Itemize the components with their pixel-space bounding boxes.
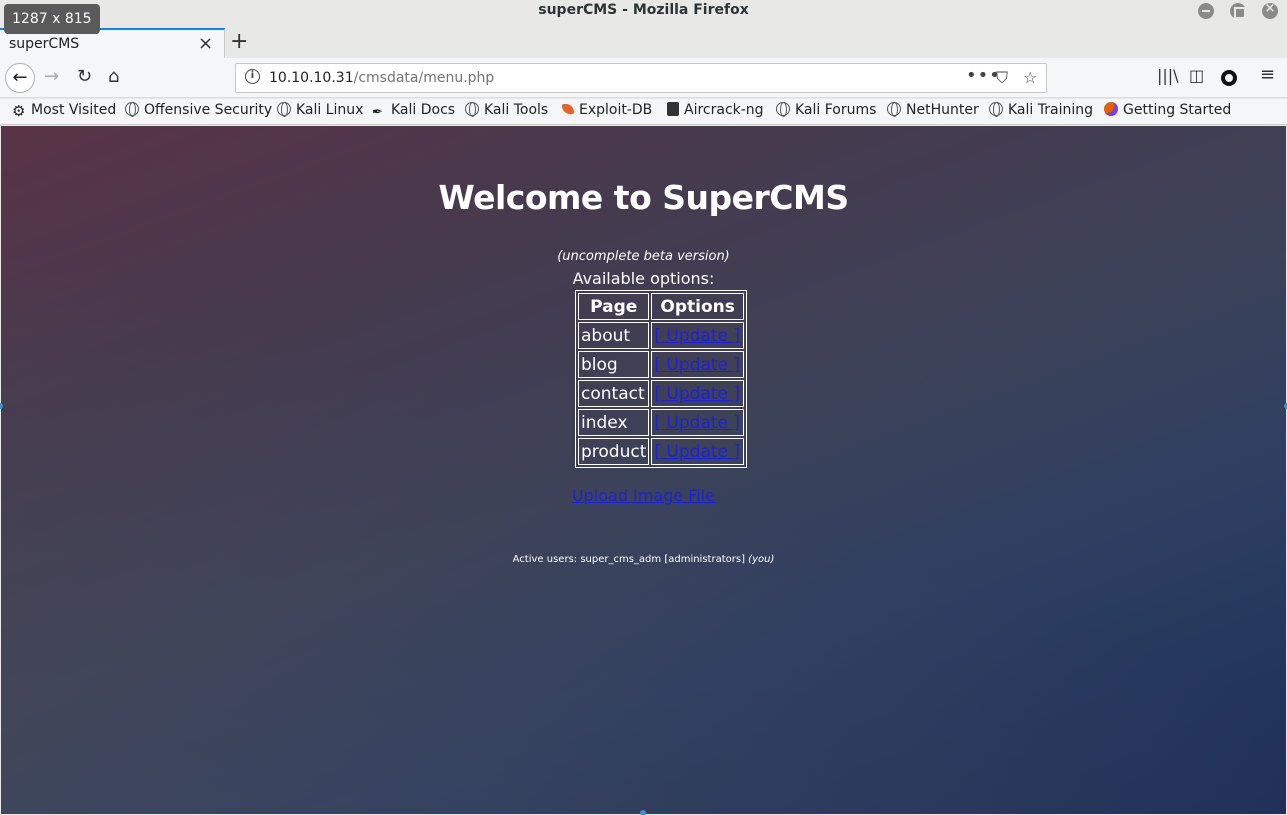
url-host: 10.10.10.31	[269, 70, 354, 86]
upload-image-link[interactable]: Upload Image File	[572, 486, 715, 505]
url-bar[interactable]: i 10.10.10.31/cmsdata/menu.php ••• ⛉ ☆	[235, 63, 1047, 93]
table-row: contact [ Update ]	[578, 380, 744, 407]
globe-icon	[989, 102, 1003, 117]
bookmark-label: NetHunter	[906, 102, 979, 118]
close-icon: ×	[1264, 1, 1276, 16]
tab-label: superCMS	[9, 36, 80, 52]
table-row: blog [ Update ]	[578, 351, 744, 378]
active-users-text: Active users: super_cms_adm [administrat…	[512, 554, 745, 565]
bookmark-label: Offensive Security	[144, 102, 273, 118]
bookmark-kali-training[interactable]: Kali Training	[989, 102, 1093, 118]
update-contact-link[interactable]: [ Update ]	[654, 384, 740, 404]
bookmark-kali-forums[interactable]: Kali Forums	[776, 102, 876, 118]
bookmark-star-icon[interactable]: ☆	[1023, 68, 1037, 87]
bookmark-label: Kali Forums	[795, 102, 877, 118]
bookmark-label: Getting Started	[1123, 102, 1232, 118]
url-text[interactable]: 10.10.10.31/cmsdata/menu.php	[269, 70, 494, 86]
dimensions-badge: 1287 x 815	[4, 4, 100, 34]
bookmarks-toolbar: ⚙ Most Visited Offensive Security Kali Li…	[0, 99, 1287, 125]
page-name-cell: blog	[578, 351, 650, 378]
options-cell: [ Update ]	[651, 438, 744, 465]
bookmark-kali-linux[interactable]: Kali Linux	[277, 102, 363, 118]
options-cell: [ Update ]	[651, 322, 744, 349]
bookmark-label: Most Visited	[31, 102, 117, 118]
bookmark-label: Kali Tools	[484, 102, 549, 118]
dragon-icon: ✒	[372, 105, 383, 120]
window-title: superCMS - Mozilla Firefox	[538, 2, 749, 18]
bookmark-kali-tools[interactable]: Kali Tools	[465, 102, 548, 118]
page-name-cell: product	[578, 438, 650, 465]
table-row: product [ Update ]	[578, 438, 744, 465]
table-header-row: Page Options	[578, 293, 744, 320]
bookmark-label: Kali Linux	[296, 102, 364, 118]
extension-icon[interactable]	[1221, 70, 1237, 86]
bookmark-nethunter[interactable]: NetHunter	[887, 102, 979, 118]
column-header-page: Page	[578, 293, 650, 320]
resize-handle-bottom[interactable]	[640, 810, 646, 815]
upload-section: Upload Image File	[1, 486, 1286, 505]
site-info-icon[interactable]: i	[245, 69, 260, 84]
page-name-cell: index	[578, 409, 650, 436]
firefox-icon	[1104, 102, 1118, 116]
bookmark-aircrack-ng[interactable]: Aircrack-ng	[667, 102, 764, 118]
table-row: index [ Update ]	[578, 409, 744, 436]
back-button[interactable]: ←	[5, 63, 35, 93]
page-name-cell: about	[578, 322, 650, 349]
bookmark-label: Kali Training	[1008, 102, 1093, 118]
library-icon[interactable]: |||\	[1157, 66, 1179, 85]
tab-close-icon[interactable]: ×	[198, 33, 213, 54]
pocket-icon[interactable]: ⛉	[996, 68, 1008, 88]
bookmark-label: Kali Docs	[391, 102, 456, 118]
update-index-link[interactable]: [ Update ]	[654, 413, 740, 433]
navigation-toolbar: ← → ↻ ⌂ i 10.10.10.31/cmsdata/menu.php •…	[0, 58, 1287, 98]
bookmark-label: Exploit-DB	[579, 102, 653, 118]
update-product-link[interactable]: [ Update ]	[654, 442, 740, 462]
close-window-button[interactable]: ×	[1262, 1, 1278, 19]
update-about-link[interactable]: [ Update ]	[654, 326, 740, 346]
bookmark-kali-docs[interactable]: ✒ Kali Docs	[372, 102, 455, 120]
options-table: Page Options about [ Update ] blog [ Upd…	[575, 290, 747, 468]
active-users-line: Active users: super_cms_adm [administrat…	[1, 554, 1286, 565]
update-blog-link[interactable]: [ Update ]	[654, 355, 740, 375]
options-cell: [ Update ]	[651, 409, 744, 436]
globe-icon	[465, 102, 479, 117]
gear-icon: ⚙	[12, 102, 26, 120]
bookmark-label: Aircrack-ng	[684, 102, 764, 118]
options-cell: [ Update ]	[651, 380, 744, 407]
window-titlebar: superCMS - Mozilla Firefox ×	[0, 0, 1287, 28]
bookmark-most-visited[interactable]: ⚙ Most Visited	[12, 102, 117, 120]
hamburger-menu-icon[interactable]: ≡	[1260, 64, 1275, 85]
reload-button[interactable]: ↻	[77, 66, 92, 87]
minimize-button[interactable]	[1198, 3, 1214, 19]
globe-icon	[887, 102, 901, 117]
table-row: about [ Update ]	[578, 322, 744, 349]
bookmark-getting-started[interactable]: Getting Started	[1104, 102, 1231, 118]
available-options-label: Available options:	[572, 269, 715, 288]
globe-icon	[125, 102, 139, 117]
new-tab-button[interactable]: +	[230, 29, 248, 54]
beta-note: (uncomplete beta version)	[557, 249, 730, 264]
aircrack-icon	[667, 102, 679, 116]
page-content: Welcome to SuperCMS (uncomplete beta ver…	[1, 126, 1286, 814]
page-name-cell: contact	[578, 380, 650, 407]
bookmark-exploit-db[interactable]: Exploit-DB	[562, 102, 652, 118]
home-button[interactable]: ⌂	[108, 66, 119, 87]
url-path: /cmsdata/menu.php	[353, 70, 495, 86]
maximize-button[interactable]	[1230, 3, 1246, 19]
column-header-options: Options	[651, 293, 744, 320]
sidebar-icon[interactable]: ◫	[1189, 66, 1204, 85]
active-users-you: (you)	[748, 554, 775, 565]
tab-bar: superCMS × +	[0, 28, 1287, 58]
options-cell: [ Update ]	[651, 351, 744, 378]
forward-button[interactable]: →	[44, 66, 59, 87]
bookmark-offensive-security[interactable]: Offensive Security	[125, 102, 272, 118]
exploitdb-icon	[562, 104, 574, 114]
globe-icon	[776, 102, 790, 117]
page-heading: Welcome to SuperCMS	[438, 178, 849, 217]
globe-icon	[277, 102, 291, 117]
